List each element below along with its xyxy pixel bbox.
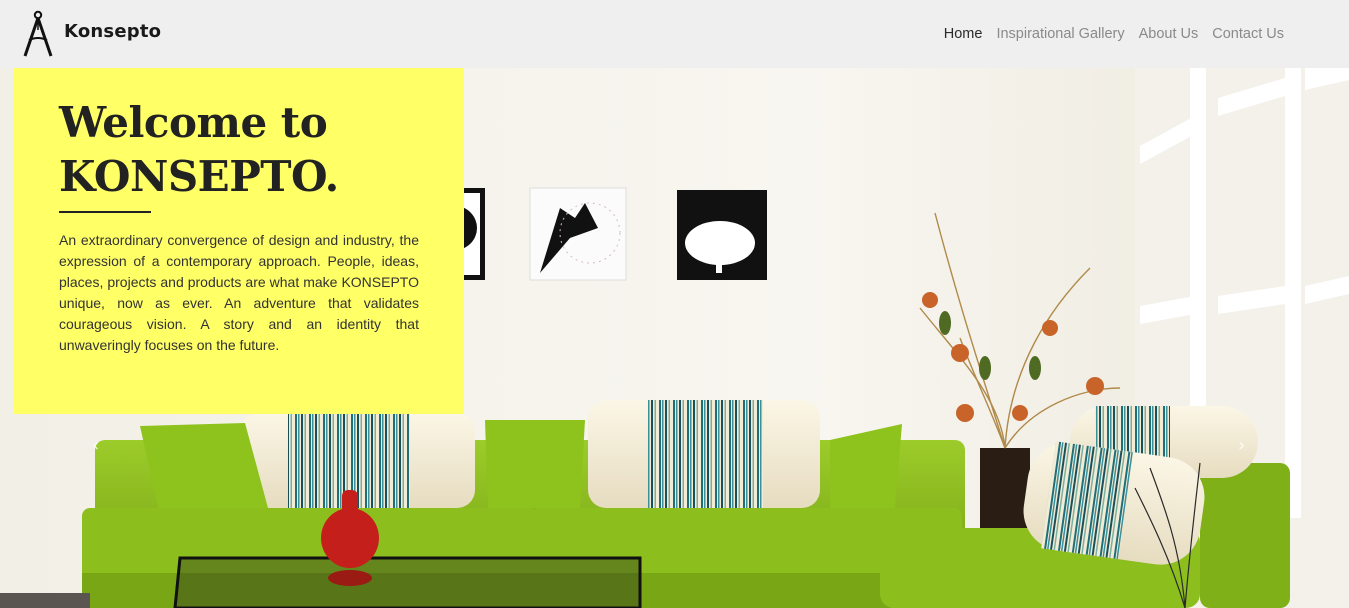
site-header: Konsepto Home Inspirational Gallery Abou… <box>0 0 1349 68</box>
main-nav: Home Inspirational Gallery About Us Cont… <box>944 26 1284 42</box>
heading-divider <box>59 211 151 213</box>
chevron-left-icon[interactable]: ‹ <box>92 435 112 456</box>
hero-heading: Welcome to KONSEPTO. <box>59 96 339 204</box>
nav-item-inspirational-gallery[interactable]: Inspirational Gallery <box>996 26 1124 42</box>
hero-heading-line1: Welcome to <box>59 98 328 147</box>
nav-item-about-us[interactable]: About Us <box>1139 26 1199 42</box>
chevron-right-icon[interactable]: › <box>1238 435 1258 456</box>
welcome-card: Welcome to KONSEPTO. An extraordinary co… <box>14 68 464 414</box>
nav-item-home[interactable]: Home <box>944 26 983 42</box>
drafting-compass-icon[interactable] <box>20 10 56 58</box>
hero-heading-line2: KONSEPTO. <box>59 152 339 201</box>
nav-item-contact-us[interactable]: Contact Us <box>1212 26 1284 42</box>
hero-description: An extraordinary convergence of design a… <box>59 232 419 353</box>
brand-name[interactable]: Konsepto <box>64 21 161 42</box>
